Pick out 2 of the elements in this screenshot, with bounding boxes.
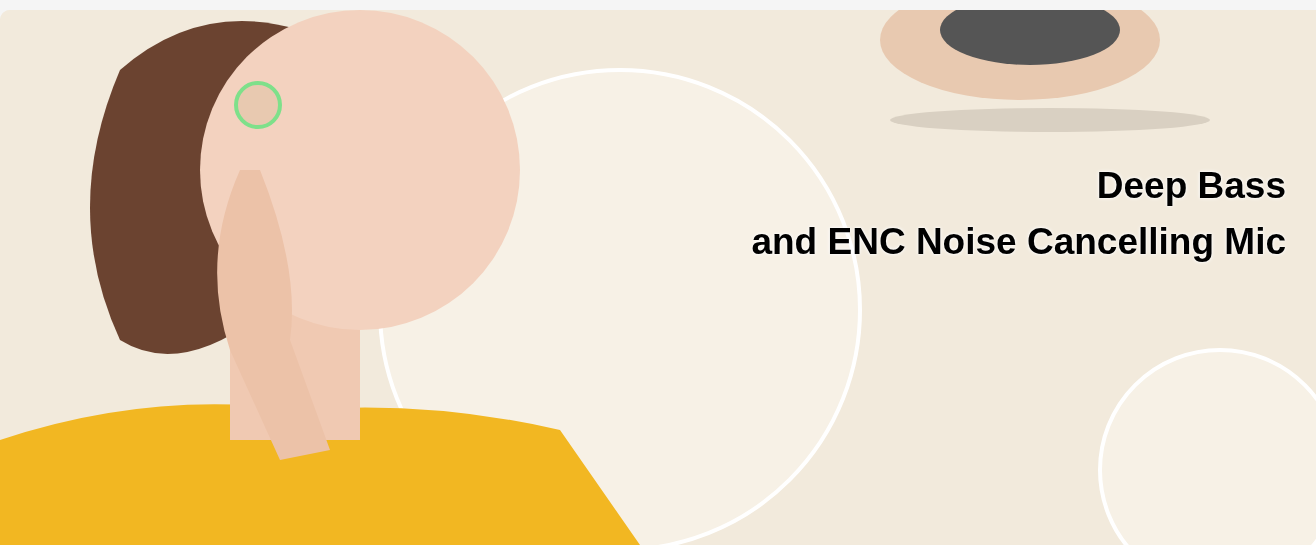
headline: Deep Bass <box>1096 164 1286 208</box>
headline: and ENC Noise Cancelling Mic <box>751 220 1286 264</box>
